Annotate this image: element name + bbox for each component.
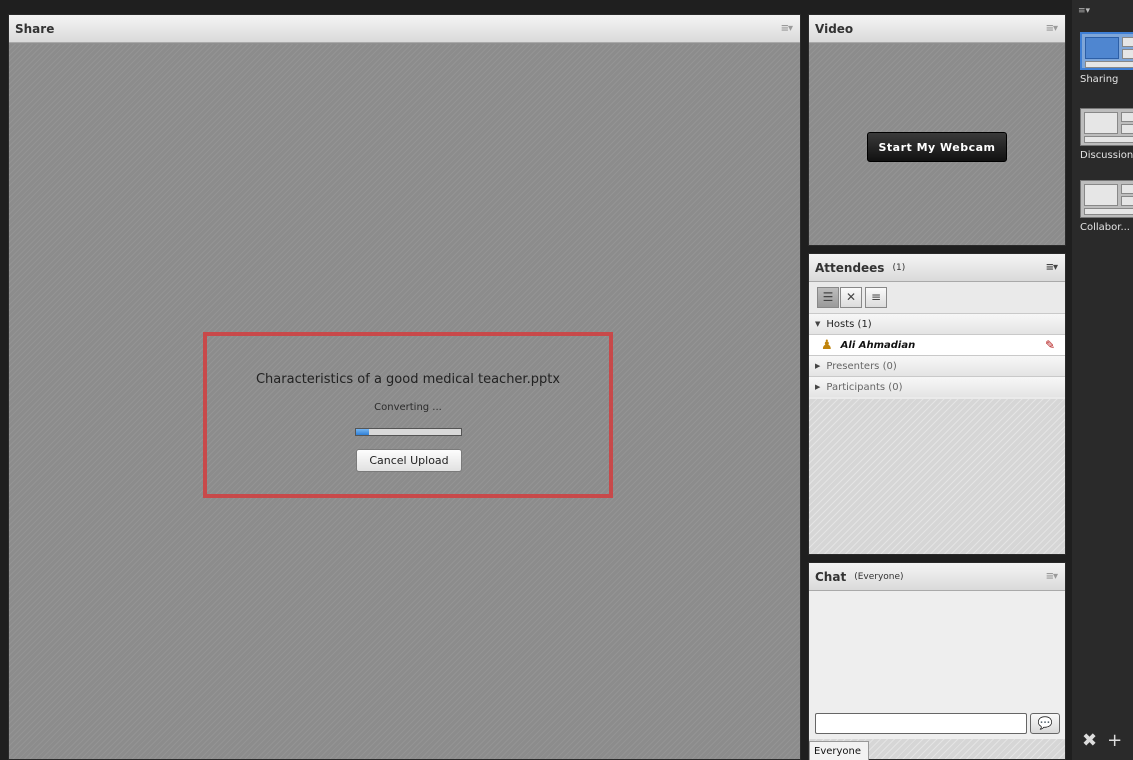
upload-status-text: Converting ... — [374, 402, 442, 413]
video-pod-stage: Start My Webcam — [809, 44, 1065, 245]
cancel-upload-button[interactable]: Cancel Upload — [356, 449, 462, 472]
manage-layouts-icon[interactable]: ✖ — [1082, 730, 1097, 751]
share-pod-stage: Characteristics of a good medical teache… — [9, 44, 800, 759]
attendee-row[interactable]: ♟ Ali Ahmadian ✎ — [809, 334, 1065, 355]
attendees-pod-title: Attendees — [815, 260, 885, 275]
video-pod-title: Video — [815, 21, 854, 36]
attendees-count: (1) — [892, 262, 906, 273]
attendees-list: ▼ Hosts (1) ♟ Ali Ahmadian ✎ ▶ Presenter… — [809, 313, 1065, 397]
share-pod: Share ≡▾ Characteristics of a good medic… — [8, 14, 801, 760]
pod-options-menu-icon[interactable]: ≡▾ — [1046, 23, 1058, 34]
collapsed-triangle-icon: ▶ — [815, 362, 821, 370]
chat-input[interactable] — [815, 713, 1027, 734]
group-participants-label: Participants (0) — [826, 381, 903, 393]
upload-progress-fill — [356, 429, 369, 435]
layout-label: Collabor... — [1080, 222, 1130, 233]
group-presenters-label: Presenters (0) — [826, 360, 897, 372]
chat-message-area — [809, 592, 1065, 712]
group-presenters[interactable]: ▶ Presenters (0) — [809, 355, 1065, 376]
layouts-sidebar: ≡▾ Sharing Discussion Collabor... ✖ + — [1072, 0, 1133, 760]
send-message-icon[interactable]: 💬 — [1030, 713, 1060, 734]
layout-discussion[interactable]: Discussion — [1080, 108, 1133, 161]
upload-progress-dialog: Characteristics of a good medical teache… — [203, 332, 613, 498]
microphone-icon: ✎ — [1044, 338, 1055, 352]
group-participants[interactable]: ▶ Participants (0) — [809, 376, 1065, 397]
status-view-icon[interactable]: ✕ — [840, 287, 862, 308]
chat-tab-everyone[interactable]: Everyone — [809, 741, 869, 760]
pod-options-menu-icon[interactable]: ≡▾ — [781, 23, 793, 34]
pod-options-menu-icon[interactable]: ≡▾ — [1046, 262, 1058, 273]
group-hosts-label: Hosts (1) — [826, 318, 872, 330]
layouts-bottom-tools: ✖ + — [1082, 730, 1132, 751]
share-pod-header: Share ≡▾ — [9, 15, 800, 43]
group-hosts[interactable]: ▼ Hosts (1) — [809, 313, 1065, 334]
video-pod-header: Video ≡▾ — [809, 15, 1065, 43]
chat-pod-header: Chat (Everyone) ≡▾ — [809, 563, 1065, 591]
layout-label: Sharing — [1080, 74, 1119, 85]
collapsed-triangle-icon: ▶ — [815, 383, 821, 391]
chat-scope: (Everyone) — [854, 571, 904, 582]
host-user-icon: ♟ — [821, 337, 833, 353]
attendee-name: Ali Ahmadian — [840, 339, 916, 351]
attendee-role-icon[interactable]: ≡ — [865, 287, 887, 308]
attendees-pod: Attendees (1) ≡▾ ☰ ✕ ≡ ▼ Hosts (1) ♟ Ali… — [808, 253, 1066, 555]
start-webcam-button[interactable]: Start My Webcam — [867, 132, 1007, 162]
layout-label: Discussion — [1080, 150, 1133, 161]
layouts-menu-icon[interactable]: ≡▾ — [1078, 6, 1090, 16]
upload-progress-bar — [355, 428, 462, 436]
add-layout-icon[interactable]: + — [1107, 730, 1122, 751]
layout-thumbnail — [1080, 108, 1133, 146]
share-pod-title: Share — [15, 21, 55, 36]
chat-pod-title: Chat — [815, 569, 847, 584]
upload-filename: Characteristics of a good medical teache… — [255, 372, 561, 387]
chat-pod: Chat (Everyone) ≡▾ 💬 Everyone — [808, 562, 1066, 760]
chat-tabs: Everyone — [809, 739, 1065, 760]
pod-options-menu-icon[interactable]: ≡▾ — [1046, 571, 1058, 582]
layout-sharing[interactable]: Sharing — [1080, 32, 1133, 85]
video-pod: Video ≡▾ Start My Webcam — [808, 14, 1066, 246]
attendees-pod-header: Attendees (1) ≡▾ — [809, 254, 1065, 282]
expand-triangle-icon: ▼ — [815, 320, 821, 328]
list-view-icon[interactable]: ☰ — [817, 287, 839, 308]
layout-thumbnail — [1080, 180, 1133, 218]
attendees-toolbar: ☰ ✕ ≡ — [809, 283, 1065, 313]
layout-collaboration[interactable]: Collabor... — [1080, 180, 1133, 233]
attendees-empty-area — [809, 399, 1065, 554]
layout-thumbnail — [1080, 32, 1133, 70]
